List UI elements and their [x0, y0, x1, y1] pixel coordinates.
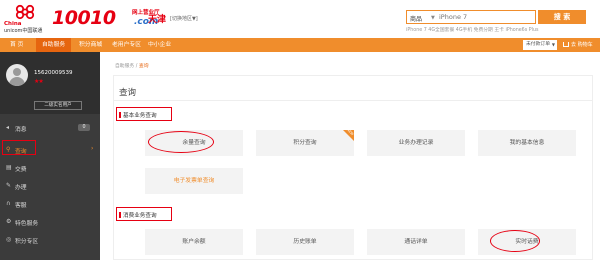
sidebar-item-label: 特色服务 [15, 221, 39, 227]
logo-text-cn: unicom中国联通 [4, 28, 43, 34]
sidebar: 15620009539 ★★ 二级实名用户 ◂ 消息 0 ⚲ 查询 › ▤ 交费… [0, 52, 100, 260]
sidebar-item-label: 消息 [15, 127, 27, 133]
chevron-down-icon: ▼ [551, 42, 555, 47]
sidebar-item-label: 办理 [15, 185, 27, 191]
tile-history-bill[interactable]: 历史账单 [256, 229, 354, 255]
sidebar-item-messages[interactable]: ◂ 消息 0 [0, 120, 100, 135]
breadcrumb-separator: / [135, 64, 138, 69]
sidebar-item-label: 积分专区 [15, 239, 39, 245]
page-title: 查询 [119, 88, 137, 98]
cart-label: 去 购物车 [571, 42, 593, 48]
avatar-body [9, 77, 25, 86]
cart-link[interactable]: 去 购物车 [563, 38, 593, 52]
tile-e-invoice-query[interactable]: 电子发票单查询 [145, 168, 243, 194]
sidebar-item-label: 客服 [15, 203, 27, 209]
city-switch-link[interactable]: [切换地区▼] [170, 15, 198, 22]
tile-points-query[interactable]: 积分查询 NEW [256, 128, 354, 156]
search-category-select[interactable]: 商品 [410, 14, 422, 23]
unpaid-orders-dropdown[interactable]: 未付款订单 ▼ [523, 40, 557, 50]
cart-icon [563, 42, 569, 47]
search-input[interactable] [439, 12, 535, 22]
tile-basic-info[interactable]: 我的基本信息 [478, 130, 576, 156]
sidebar-item-points[interactable]: ◎ 积分专区 [0, 232, 100, 247]
search-box: 商品 ▼ [406, 10, 536, 24]
breadcrumb-current: 查询 [138, 64, 149, 69]
tile-label: 积分查询 [293, 140, 317, 146]
star-rating: ★★ [34, 78, 44, 85]
avatar[interactable] [6, 64, 28, 86]
nav-self-service[interactable]: 自助服务 [36, 38, 72, 52]
highlight-annotation [490, 230, 540, 252]
highlight-annotation [2, 140, 36, 155]
handle-icon: ✎ [6, 182, 12, 189]
nav-home[interactable]: 首 页 [4, 38, 29, 52]
unicom-logo[interactable]: China unicom中国联通 [4, 4, 46, 34]
sidebar-item-special-service[interactable]: ⚙ 特色服务 [0, 214, 100, 229]
highlight-annotation [116, 207, 172, 221]
tile-business-records[interactable]: 业务办理记录 [367, 130, 465, 156]
hot-search-words[interactable]: iPhone 7 4G全国套餐 4G手机 免费分期 王卡 iPhone6s Pl… [406, 26, 539, 33]
nav-small-business[interactable]: 中小企业 [142, 38, 177, 52]
chevron-right-icon: › [91, 145, 94, 152]
tile-call-details[interactable]: 通话详单 [367, 229, 465, 255]
highlight-annotation [148, 131, 214, 153]
top-header: China unicom中国联通 10010 网上营业厅 .com 天津 [切换… [0, 0, 600, 38]
avatar-head [13, 68, 21, 76]
nav-old-users[interactable]: 老用户专区 [106, 38, 147, 52]
sidebar-item-handle[interactable]: ✎ 办理 [0, 178, 100, 193]
points-icon: ◎ [6, 236, 12, 243]
unicom-knot-icon [15, 4, 35, 20]
headset-icon: ∩ [6, 200, 11, 207]
nav-points-mall[interactable]: 积分商城 [73, 38, 108, 52]
highlight-annotation [116, 107, 172, 121]
user-profile: 15620009539 ★★ 二级实名用户 [0, 52, 100, 114]
sidebar-item-customer-service[interactable]: ∩ 客服 [0, 196, 100, 211]
breadcrumb-home[interactable]: 自助服务 [115, 64, 134, 69]
user-phone: 15620009539 [34, 70, 73, 76]
divider [113, 100, 593, 101]
main-nav: 首 页 自助服务 积分商城 老用户专区 中小企业 未付款订单 ▼ 去 购物车 [0, 38, 600, 52]
brand-number: 10010 [52, 7, 116, 29]
chevron-down-icon: ▼ [431, 15, 435, 21]
sidebar-item-label: 交费 [15, 167, 27, 173]
current-city: 天津 [148, 15, 167, 25]
sidebar-item-pay[interactable]: ▤ 交费 [0, 160, 100, 175]
unpaid-orders-label: 未付款订单 [526, 42, 550, 47]
tile-account-balance[interactable]: 账户余额 [145, 229, 243, 255]
search-button[interactable]: 搜 索 [538, 10, 586, 24]
message-count-badge: 0 [78, 124, 90, 131]
special-service-icon: ⚙ [6, 218, 12, 225]
breadcrumb: 自助服务 / 查询 [115, 62, 149, 69]
message-icon: ◂ [6, 124, 10, 131]
real-name-badge: 二级实名用户 [34, 101, 82, 110]
pay-icon: ▤ [6, 164, 12, 171]
